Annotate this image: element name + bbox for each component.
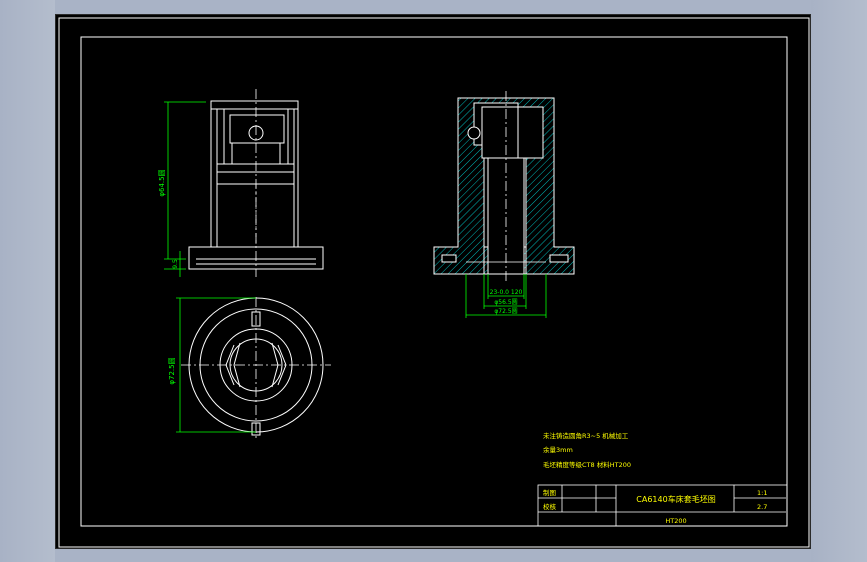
title-block (537, 484, 788, 527)
note-line-1: 未注铸造圆角R3~5 机械加工 (543, 431, 629, 440)
material-label: HT200 (665, 517, 686, 525)
dim-front-height: φ64.5圆 (158, 169, 166, 196)
note-line-3: 毛坯精度等级CT8 材料HT200 (543, 460, 631, 469)
window-frame-left (0, 0, 55, 562)
note-line-2: 余量3mm (543, 445, 573, 454)
dim-top-diameter: φ72.5圆 (168, 357, 176, 384)
sheet-value: 2.7 (757, 503, 767, 511)
inner-border (80, 36, 788, 527)
outer-border (58, 17, 810, 548)
scale-value: 1:1 (757, 489, 767, 497)
dim-flange-thickness: 9.5 (172, 259, 179, 269)
dim-section-inner: φ56.5圆 (494, 299, 517, 306)
drawing-title: CA6140车床套毛坯图 (636, 494, 715, 504)
section-view (433, 97, 575, 275)
front-dimensions (164, 101, 206, 277)
cad-drawing-viewport[interactable]: φ64.5圆 9.5 φ72.5圆 23-0.0 120 φ56.5圆 φ72.… (55, 14, 811, 549)
drawing-sheet: φ64.5圆 9.5 φ72.5圆 23-0.0 120 φ56.5圆 φ72.… (58, 17, 810, 548)
dim-section-bore: 23-0.0 120 (490, 289, 523, 296)
title-drawn-label: 制图 (543, 488, 556, 497)
window-frame-right (811, 0, 867, 562)
dim-section-outer: φ72.5圆 (494, 308, 517, 315)
title-checked-label: 校核 (543, 502, 557, 511)
